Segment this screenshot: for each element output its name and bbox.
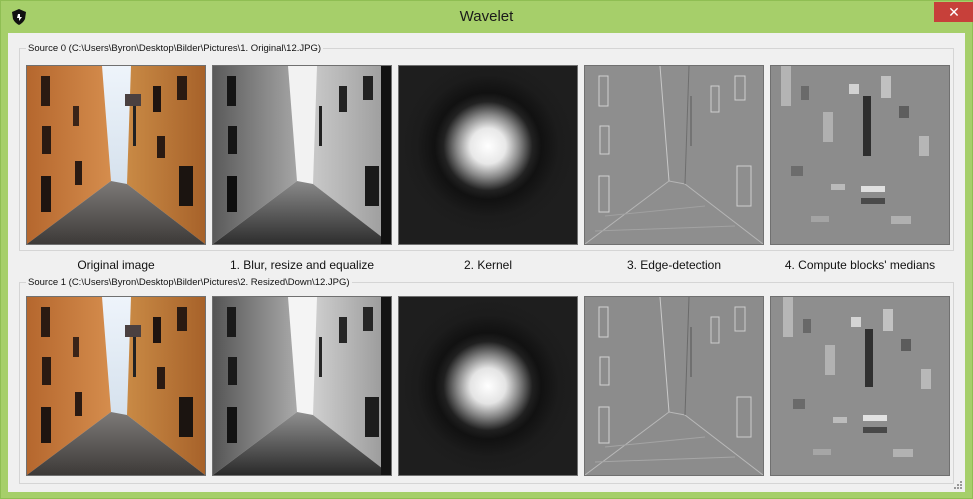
- source-0-group: Source 0 (C:\Users\Byron\Desktop\Bilder\…: [19, 43, 954, 251]
- caption-medians: 4. Compute blocks' medians: [784, 258, 936, 272]
- block-medians-image-0: [770, 65, 950, 245]
- caption-edge: 3. Edge-detection: [626, 258, 722, 272]
- edge-detection-image-1: [584, 296, 764, 476]
- blur-resize-equalize-image-0: [212, 65, 392, 245]
- original-image-1: [26, 296, 206, 476]
- client-area: Source 0 (C:\Users\Byron\Desktop\Bilder\…: [8, 33, 965, 492]
- block-medians-image-1: [770, 296, 950, 476]
- source-0-label: Source 0 (C:\Users\Byron\Desktop\Bilder\…: [26, 43, 324, 54]
- source-1-group: Source 1 (C:\Users\Byron\Desktop\Bilder\…: [19, 277, 954, 484]
- kernel-image-1: [398, 296, 578, 476]
- caption-blur: 1. Blur, resize and equalize: [229, 258, 375, 272]
- caption-kernel: 2. Kernel: [463, 258, 513, 272]
- window-title: Wavelet: [459, 8, 514, 25]
- resize-grip-icon[interactable]: [953, 480, 963, 490]
- kernel-image-0: [398, 65, 578, 245]
- close-button[interactable]: ✕: [934, 2, 973, 22]
- caption-original: Original image: [77, 258, 155, 272]
- title-bar[interactable]: Wavelet ✕: [1, 1, 973, 33]
- source-1-label: Source 1 (C:\Users\Byron\Desktop\Bilder\…: [26, 277, 352, 288]
- blur-resize-equalize-image-1: [212, 296, 392, 476]
- original-image-0: [26, 65, 206, 245]
- app-window: Wavelet ✕ Source 0 (C:\Users\Byron\Deskt…: [0, 0, 973, 499]
- edge-detection-image-0: [584, 65, 764, 245]
